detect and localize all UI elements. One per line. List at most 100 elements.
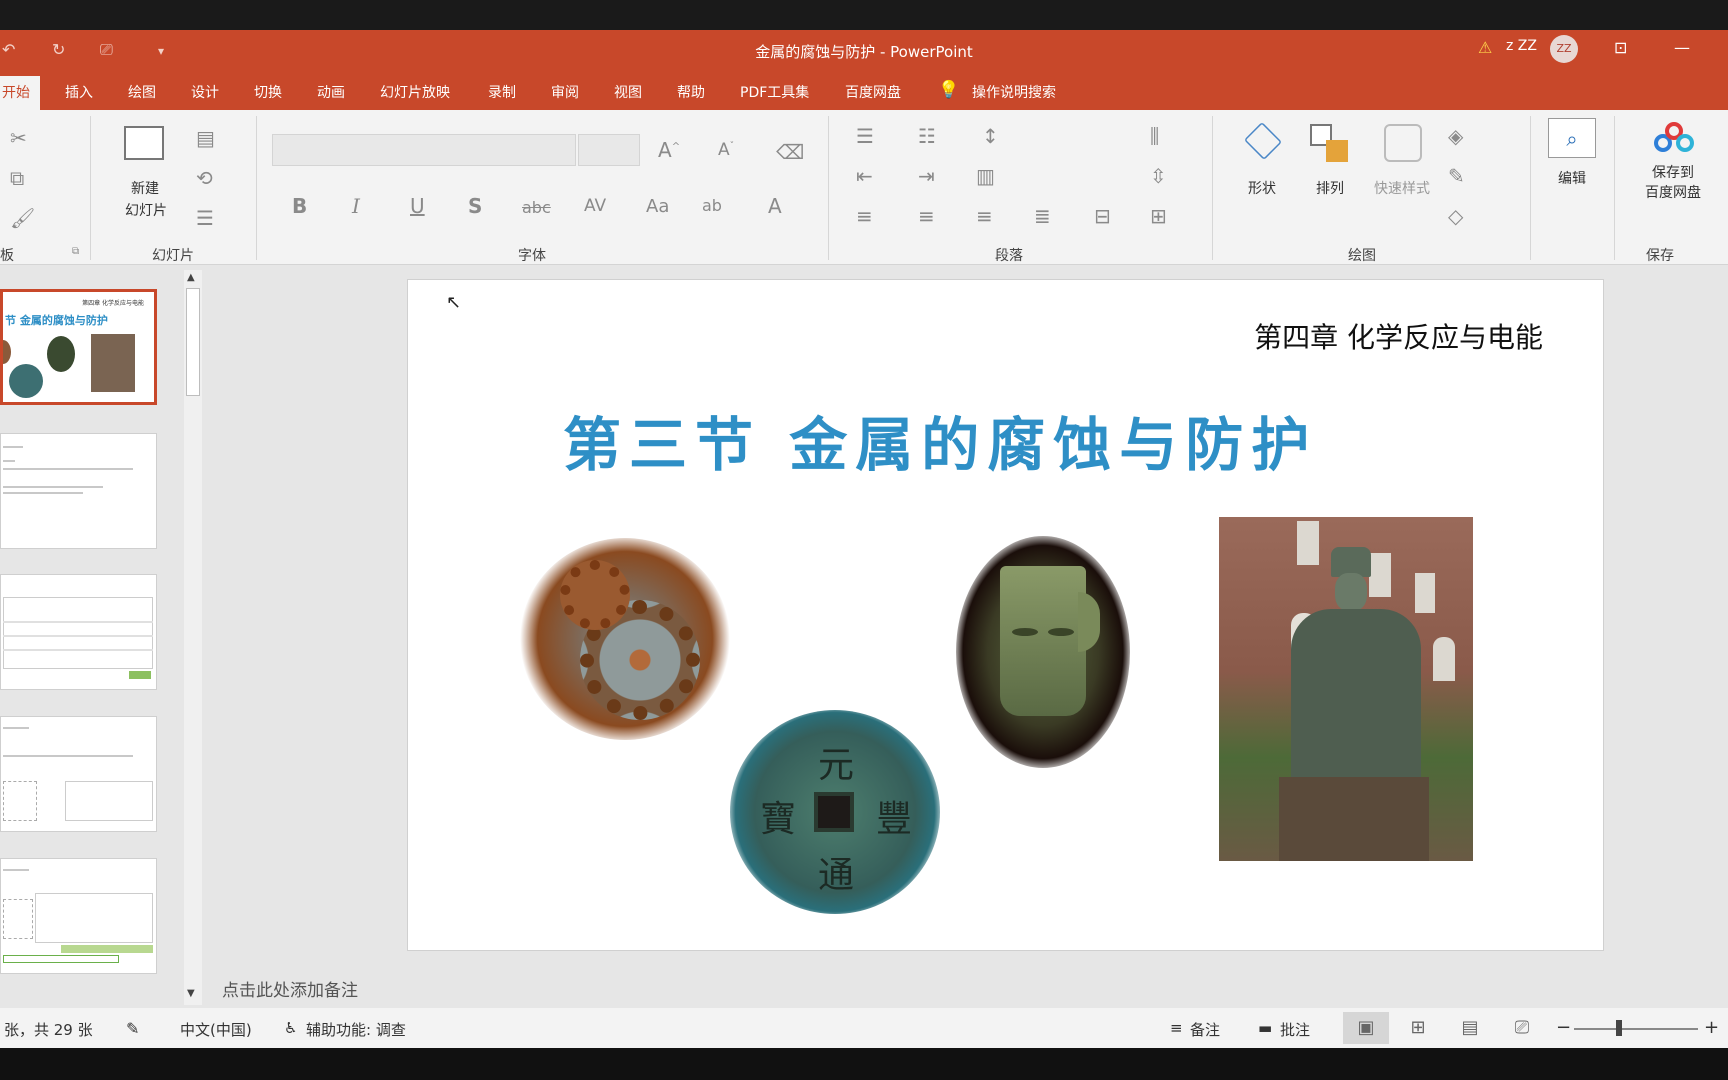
tab-animations[interactable]: 动画: [317, 82, 345, 102]
shape-fill-icon[interactable]: ◈: [1448, 124, 1463, 148]
format-painter-icon[interactable]: 🖌: [10, 206, 35, 230]
align-text-icon[interactable]: ⇳: [1150, 164, 1167, 188]
decrease-indent-icon[interactable]: ⇤: [856, 164, 873, 188]
grow-font-icon[interactable]: A^: [658, 138, 680, 162]
tab-review[interactable]: 审阅: [551, 82, 579, 102]
shape-effects-icon[interactable]: ◇: [1448, 204, 1463, 228]
columns-icon[interactable]: ▥: [976, 164, 995, 188]
notes-icon: ≡: [1170, 1019, 1183, 1037]
tab-transitions[interactable]: 切换: [254, 82, 282, 102]
copy-icon[interactable]: ⧉: [10, 166, 24, 190]
smartart-icon[interactable]: ⊞: [1150, 204, 1167, 228]
line-spacing-icon[interactable]: ↕: [982, 124, 999, 148]
reset-icon[interactable]: ⟲: [196, 166, 213, 190]
mask-eye-left: [1012, 628, 1038, 636]
accessibility-status[interactable]: 辅助功能: 调查: [306, 1019, 406, 1040]
minimize-icon[interactable]: —: [1674, 38, 1690, 57]
tab-view[interactable]: 视图: [614, 82, 642, 102]
language[interactable]: 中文(中国): [180, 1019, 252, 1040]
slide-thumbnail-2[interactable]: [0, 433, 157, 549]
highlight-icon[interactable]: ab: [702, 196, 722, 215]
font-color-icon[interactable]: A: [768, 194, 782, 218]
new-slide-button[interactable]: 新建 幻灯片: [110, 120, 180, 220]
text-direction-icon[interactable]: ⫼: [1150, 124, 1159, 148]
save-to-baidu-button[interactable]: 保存到 百度网盘: [1628, 118, 1718, 218]
clear-format-icon[interactable]: ⌫: [776, 140, 804, 164]
shape-outline-icon[interactable]: ✎: [1448, 164, 1465, 188]
comments-button[interactable]: 批注: [1280, 1019, 1310, 1040]
divider: [1530, 116, 1531, 260]
divider: [828, 116, 829, 260]
shadow-icon[interactable]: S: [468, 194, 482, 218]
tell-me-search[interactable]: 操作说明搜索: [972, 82, 1056, 102]
tab-record[interactable]: 录制: [488, 82, 516, 102]
align-left-icon[interactable]: ≡: [856, 204, 873, 228]
shapes-button[interactable]: 形状: [1236, 116, 1288, 216]
section-icon[interactable]: ☰: [196, 206, 214, 230]
tab-slideshow[interactable]: 幻灯片放映: [380, 82, 450, 102]
bronze-mask-image[interactable]: [956, 536, 1130, 768]
slide-sorter-icon[interactable]: ⊞: [1395, 1012, 1441, 1044]
slide-thumbnail-3[interactable]: [0, 574, 157, 690]
reading-view-icon[interactable]: ▤: [1447, 1012, 1493, 1044]
thumbnail-scrollbar[interactable]: ▲ ▼: [184, 270, 202, 1005]
justify-icon[interactable]: ≣: [1034, 204, 1051, 228]
zoom-in-icon[interactable]: +: [1704, 1017, 1719, 1038]
distributed-icon[interactable]: ⊟: [1094, 204, 1111, 228]
notes-pane[interactable]: 点击此处添加备注: [208, 968, 1728, 1008]
tab-pdf-tools[interactable]: PDF工具集: [740, 82, 809, 102]
warning-icon[interactable]: ⚠: [1478, 38, 1492, 57]
increase-indent-icon[interactable]: ⇥: [918, 164, 935, 188]
cut-icon[interactable]: ✂: [10, 126, 27, 150]
font-name-combo[interactable]: [272, 134, 576, 166]
tab-baidu-netdisk[interactable]: 百度网盘: [845, 82, 901, 102]
ribbon-display-icon[interactable]: ⊡: [1614, 38, 1627, 57]
coin-char-bottom: 通: [818, 855, 855, 896]
avatar[interactable]: ZZ: [1550, 35, 1578, 63]
bronze-statue-image[interactable]: [1219, 517, 1473, 861]
zoom-slider[interactable]: [1574, 1028, 1698, 1030]
bold-icon[interactable]: B: [292, 194, 307, 218]
ancient-coin-image[interactable]: 元 豐 通 寶: [730, 710, 940, 914]
align-center-icon[interactable]: ≡: [918, 204, 935, 228]
slide-thumbnail-4[interactable]: [0, 716, 157, 832]
scroll-up-icon[interactable]: ▲: [187, 272, 195, 283]
normal-view-icon[interactable]: ▣: [1343, 1012, 1389, 1044]
edit-button[interactable]: ⌕ 编辑: [1546, 118, 1598, 198]
clipboard-launcher-icon[interactable]: ⧉: [72, 246, 79, 257]
underline-icon[interactable]: U: [410, 194, 425, 218]
zoom-out-icon[interactable]: −: [1556, 1017, 1571, 1038]
scrollbar-thumb[interactable]: [186, 288, 200, 396]
slideshow-view-icon[interactable]: ⎚: [1499, 1012, 1545, 1044]
slide-thumbnail-5[interactable]: [0, 858, 157, 974]
align-right-icon[interactable]: ≡: [976, 204, 993, 228]
quick-styles-button[interactable]: 快速样式: [1364, 116, 1440, 216]
screen-top-bar: [0, 0, 1728, 30]
slide-thumbnail-1[interactable]: 第四章 化学反应与电能 节 金属的腐蚀与防护: [0, 289, 157, 405]
scroll-down-icon[interactable]: ▼: [187, 988, 195, 999]
tab-help[interactable]: 帮助: [677, 82, 705, 102]
bullets-icon[interactable]: ☰: [856, 124, 874, 148]
slide-canvas[interactable]: 第四章 化学反应与电能 第三节 金属的腐蚀与防护 元 豐 通 寶: [407, 279, 1604, 951]
char-spacing-icon[interactable]: AV: [584, 196, 606, 216]
shrink-font-icon[interactable]: Aˇ: [718, 140, 734, 160]
user-name[interactable]: z ZZ: [1506, 38, 1537, 54]
change-case-icon[interactable]: Aa: [646, 196, 669, 217]
rusty-gears-image[interactable]: [520, 538, 730, 740]
shapes-icon: [1243, 121, 1283, 161]
tab-design[interactable]: 设计: [191, 82, 219, 102]
notes-button[interactable]: 备注: [1190, 1019, 1220, 1040]
mask-eye-right: [1048, 628, 1074, 636]
group-paragraph-label: 段落: [995, 248, 1023, 264]
italic-icon[interactable]: I: [352, 194, 360, 218]
tab-insert[interactable]: 插入: [65, 82, 93, 102]
arrange-button[interactable]: 排列: [1304, 116, 1356, 216]
strikethrough-icon[interactable]: abc: [522, 198, 551, 217]
spellcheck-icon[interactable]: ✎: [126, 1019, 139, 1038]
tab-home[interactable]: 开始: [0, 76, 40, 110]
tab-draw[interactable]: 绘图: [128, 82, 156, 102]
font-size-combo[interactable]: [578, 134, 640, 166]
zoom-slider-handle[interactable]: [1616, 1020, 1622, 1036]
layout-icon[interactable]: ▤: [196, 126, 215, 150]
numbering-icon[interactable]: ☷: [918, 124, 936, 148]
